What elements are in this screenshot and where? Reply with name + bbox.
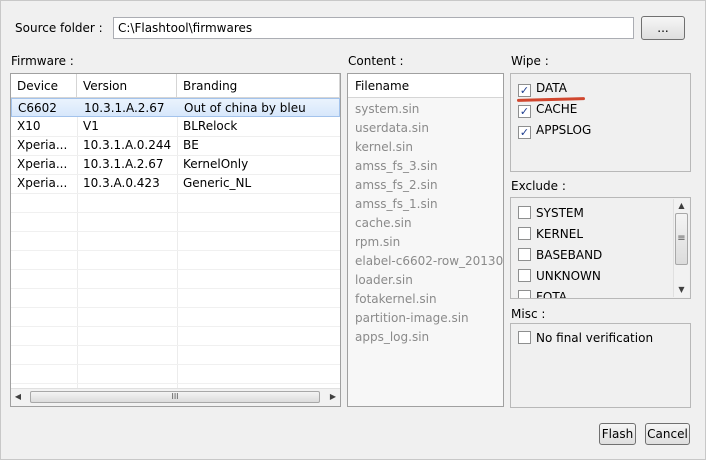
file-list-item[interactable]: cache.sin	[355, 216, 412, 230]
column-header-filename[interactable]: Filename	[348, 74, 503, 98]
checkbox-label: UNKNOWN	[536, 269, 601, 283]
cell-branding: BE	[183, 138, 199, 152]
cell-device: C6602	[18, 101, 57, 115]
exclude-options-panel[interactable]: SYSTEM KERNEL BASEBAND UNKNOWN FOTA ▲ ≡ ▼	[510, 197, 691, 299]
firmware-row[interactable]: Xperia... 10.3.A.0.423 Generic_NL	[11, 174, 340, 194]
cell-branding: BLRelock	[183, 119, 238, 133]
checkbox-label: BASEBAND	[536, 248, 603, 262]
checkbox-label: APPSLOG	[536, 123, 592, 137]
cell-device: Xperia...	[17, 176, 68, 190]
checkbox-label: SYSTEM	[536, 206, 584, 220]
firmware-section-label: Firmware :	[11, 54, 74, 68]
exclude-unknown-checkbox[interactable]: UNKNOWN	[518, 269, 601, 283]
file-list-item[interactable]: apps_log.sin	[355, 330, 429, 344]
cell-device: Xperia...	[17, 157, 68, 171]
misc-options-panel: No final verification	[510, 323, 691, 408]
flash-button[interactable]: Flash	[599, 423, 636, 445]
table-gridline	[11, 345, 340, 346]
file-list-item[interactable]: fotakernel.sin	[355, 292, 437, 306]
cancel-button[interactable]: Cancel	[645, 423, 690, 445]
checkbox-label: DATA	[536, 81, 567, 95]
file-list-item[interactable]: amss_fs_1.sin	[355, 197, 438, 211]
file-list-item[interactable]: rpm.sin	[355, 235, 400, 249]
file-list-item[interactable]: loader.sin	[355, 273, 413, 287]
source-folder-field[interactable]: C:\Flashtool\firmwares	[113, 17, 634, 39]
checkbox-label: CACHE	[536, 102, 578, 116]
table-gridline	[11, 250, 340, 251]
cell-branding: Generic_NL	[183, 176, 252, 190]
firmware-horizontal-scrollbar[interactable]: ◀ III ▶	[11, 388, 340, 406]
firmware-row[interactable]: Xperia... 10.3.1.A.2.67 KernelOnly	[11, 155, 340, 175]
wipe-cache-checkbox[interactable]: ✓ CACHE	[518, 102, 577, 118]
cell-version: 10.3.1.A.2.67	[84, 101, 165, 115]
column-header-device[interactable]: Device	[11, 74, 77, 98]
scroll-right-icon[interactable]: ▶	[328, 392, 338, 402]
scroll-down-icon[interactable]: ▼	[676, 285, 687, 295]
file-list-item[interactable]: amss_fs_2.sin	[355, 178, 438, 192]
source-folder-label: Source folder :	[15, 21, 103, 35]
misc-section-label: Misc :	[511, 307, 546, 321]
checkbox-box[interactable]	[518, 227, 531, 240]
file-list-item[interactable]: partition-image.sin	[355, 311, 469, 325]
table-gridline	[11, 212, 340, 213]
exclude-fota-checkbox[interactable]: FOTA	[518, 290, 567, 299]
column-header-branding[interactable]: Branding	[177, 74, 340, 98]
checkbox-label: FOTA	[536, 290, 567, 299]
checkmark-icon[interactable]: ✓	[518, 84, 531, 97]
scroll-left-icon[interactable]: ◀	[13, 392, 23, 402]
checkbox-label: No final verification	[536, 331, 654, 345]
checkbox-box[interactable]	[518, 248, 531, 261]
firmware-row[interactable]: X10 V1 BLRelock	[11, 117, 340, 137]
cell-version: 10.3.1.A.0.244	[83, 138, 172, 152]
checkbox-box[interactable]	[518, 206, 531, 219]
horizontal-scroll-thumb[interactable]: III	[30, 391, 320, 403]
table-gridline	[11, 326, 340, 327]
exclude-kernel-checkbox[interactable]: KERNEL	[518, 227, 583, 241]
firmware-row[interactable]: Xperia... 10.3.1.A.0.244 BE	[11, 136, 340, 156]
checkbox-box[interactable]	[518, 290, 531, 298]
table-gridline	[11, 269, 340, 270]
exclude-baseband-checkbox[interactable]: BASEBAND	[518, 248, 602, 262]
table-gridline	[11, 383, 340, 384]
cell-version: V1	[83, 119, 99, 133]
exclude-vertical-scrollbar[interactable]: ▲ ≡ ▼	[673, 199, 689, 297]
checkmark-icon[interactable]: ✓	[518, 105, 531, 118]
vertical-scroll-thumb[interactable]: ≡	[675, 213, 688, 265]
file-list-item[interactable]: userdata.sin	[355, 121, 429, 135]
checkbox-box[interactable]	[518, 269, 531, 282]
column-header-version[interactable]: Version	[77, 74, 177, 98]
table-gridline	[11, 288, 340, 289]
checkbox-label: KERNEL	[536, 227, 584, 241]
firmware-table[interactable]: Device Version Branding C6602 10.3.1.A.2.…	[10, 73, 341, 407]
wipe-appslog-checkbox[interactable]: ✓ APPSLOG	[518, 123, 591, 139]
wipe-data-checkbox[interactable]: ✓ DATA	[518, 81, 567, 97]
wipe-options-panel: ✓ DATA ✓ CACHE ✓ APPSLOG	[510, 73, 691, 172]
cell-device: Xperia...	[17, 138, 68, 152]
exclude-system-checkbox[interactable]: SYSTEM	[518, 206, 584, 220]
table-gridline	[11, 364, 340, 365]
table-gridline	[11, 231, 340, 232]
file-list-item[interactable]: amss_fs_3.sin	[355, 159, 438, 173]
cell-branding: Out of china by bleu	[184, 101, 306, 115]
browse-button[interactable]: ...	[641, 16, 685, 40]
content-file-list[interactable]: Filename system.sin userdata.sin kernel.si…	[347, 73, 504, 407]
file-list-item[interactable]: kernel.sin	[355, 140, 413, 154]
checkbox-box[interactable]	[518, 331, 531, 344]
checkmark-icon[interactable]: ✓	[518, 126, 531, 139]
cell-version: 10.3.1.A.2.67	[83, 157, 164, 171]
cell-branding: KernelOnly	[183, 157, 249, 171]
misc-no-final-verification-checkbox[interactable]: No final verification	[518, 331, 653, 345]
wipe-section-label: Wipe :	[511, 54, 549, 68]
exclude-section-label: Exclude :	[511, 179, 566, 193]
content-section-label: Content :	[348, 54, 404, 68]
scroll-up-icon[interactable]: ▲	[676, 201, 687, 211]
table-gridline	[11, 307, 340, 308]
firmware-row[interactable]: C6602 10.3.1.A.2.67 Out of china by bleu	[11, 98, 340, 117]
cell-version: 10.3.A.0.423	[83, 176, 160, 190]
file-list-item[interactable]: elabel-c6602-row_201305...	[355, 254, 503, 268]
cell-device: X10	[17, 119, 41, 133]
file-list-item[interactable]: system.sin	[355, 102, 419, 116]
